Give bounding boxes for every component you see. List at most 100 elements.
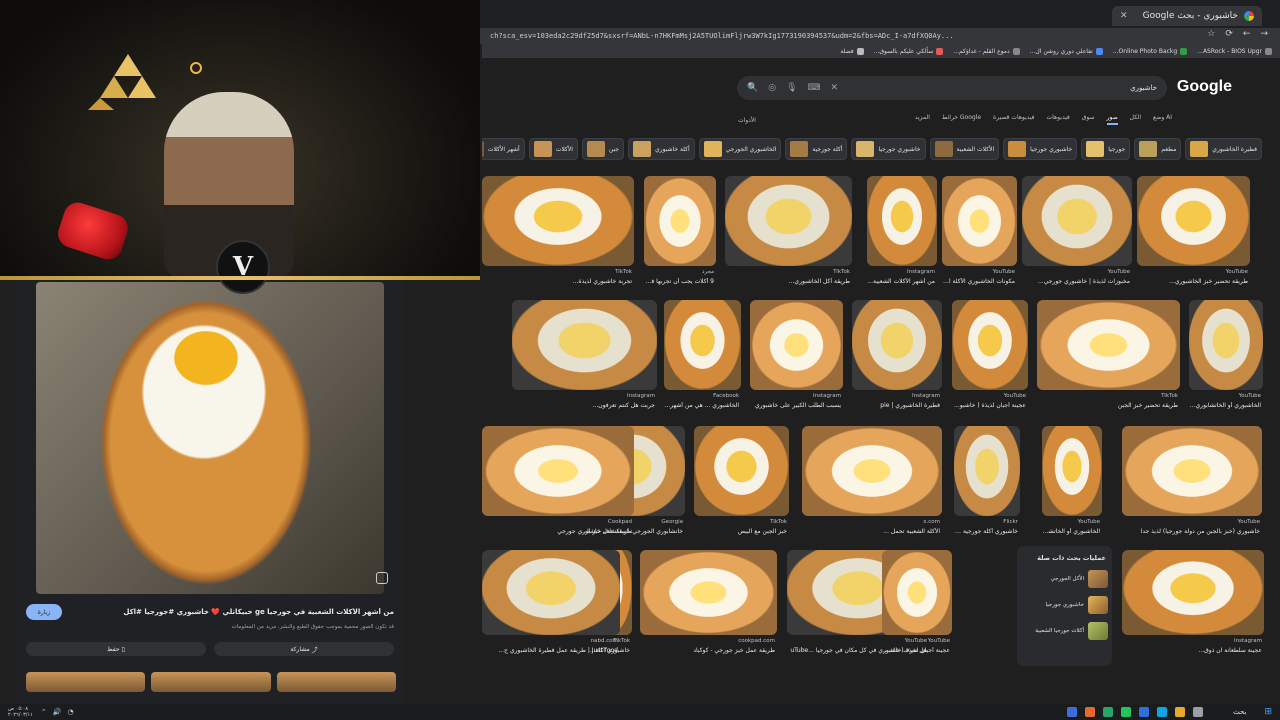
result-title[interactable]: يسبب الطلب الكبير على خاشبوري [750,402,841,409]
search-box[interactable]: 🔍 ◎ 🎙 ⌨ ✕ خاشبوري [737,76,1167,100]
result-thumbnail[interactable] [1189,300,1263,390]
image-result[interactable]: Instagram من أشهر الأكلات الشعبية... [867,176,937,290]
result-thumbnail[interactable] [954,426,1020,516]
result-thumbnail[interactable] [725,176,852,266]
image-result[interactable]: Facebook الخاشبوري ... هي من أشهر الأ... [664,300,741,414]
back-icon[interactable]: ← [1243,29,1251,39]
image-result[interactable]: Flickr خاشبوري أكلة جورجية تقليدية | Flic… [954,426,1020,540]
bookmark-item[interactable]: سألكي عليكم بالسوق... [874,47,944,55]
address-bar[interactable]: ch?sca_esv=103eda2c29df25d7&sxsrf=ANbL-n… [482,28,1242,44]
image-result[interactable]: YouTube طريقة تحضير خبز الخاشبوري... [1137,176,1250,290]
image-result[interactable]: TikTok خبز الجبن مع البيض [694,426,789,540]
bookmark-item[interactable]: ASRock - BIOS Upgr... [1197,47,1272,55]
search-icon[interactable]: 🔍 [747,83,758,93]
image-result[interactable]: YouTube مكونات الخاشبوري الأكلة الشعبية م… [942,176,1017,290]
related-search-item[interactable]: خاشبوري جورجيا [1022,596,1108,614]
mic-icon[interactable]: 🎙 [786,83,797,93]
filter-images[interactable]: صور [1106,114,1118,125]
sound-icon[interactable]: 🔊 [53,708,62,716]
result-thumbnail[interactable] [867,176,937,266]
wifi-icon[interactable]: ◔ [67,708,73,716]
search-chip[interactable]: أكلة جورجية [785,138,848,160]
app-icon[interactable] [1139,707,1150,717]
notification-icon[interactable]: ⌃ [41,708,47,716]
result-title[interactable]: الخاشبوري أو الخاتشابوري وصفة من جورجيا [1189,402,1261,409]
filter-maps[interactable]: خرائط Google [942,114,981,125]
result-title[interactable]: من أشهر الأكلات الشعبية... [867,278,935,285]
result-title[interactable]: عجينة أجبان لذيذة ( خاشبوري جورجي ) - Tu… [952,402,1026,409]
image-result[interactable]: Instagram فطيرة الخاشبوري | pie [852,300,942,414]
filter-videos[interactable]: فيديوهات [1047,114,1070,125]
forward-icon[interactable]: → [1260,29,1268,39]
filter-ai-mode[interactable]: وضع AI [1153,114,1172,125]
image-result[interactable]: x.com الأكلة الشعبية تحمل ... [802,426,942,540]
bookmark-item[interactable]: تفاعلي دوري روشن ال... [1030,47,1103,55]
google-logo[interactable]: Google [1177,78,1232,96]
search-chip[interactable]: أشهر الأكلات [482,138,525,160]
result-thumbnail[interactable] [482,426,634,516]
result-thumbnail[interactable] [644,176,716,266]
result-title[interactable]: 9 أكلات يجب أن تجربها في جورجيا [644,278,714,285]
search-chip[interactable]: الأكلات [528,138,578,160]
result-thumbnail[interactable] [952,300,1028,390]
result-title[interactable]: طريقة تحضير خبز الجبن [1037,402,1178,409]
result-thumbnail[interactable] [942,176,1017,266]
image-result[interactable]: YouTube مخبوزات لذيذة | خاشبوري جورجي... [1022,176,1132,290]
preview-image[interactable] [36,282,384,594]
app-icon[interactable] [1067,707,1078,717]
app-icon[interactable] [1121,707,1132,717]
search-chip[interactable]: خاشبوري جورجيا [1003,138,1078,160]
star-icon[interactable]: ☆ [1207,29,1215,39]
related-search-item[interactable]: الأكل الجورجي [1022,570,1108,588]
result-thumbnail[interactable] [1122,550,1264,635]
result-title[interactable]: فطيرة الخاشبوري | pie [852,402,940,409]
result-thumbnail[interactable] [482,550,620,635]
taskbar-clock[interactable]: ٠٥:٠٨ ص ٢٠٢٦/٠٣/١١ [8,706,33,718]
bookmark-folder[interactable]: فضلة [840,47,864,55]
image-result[interactable]: YouTube الخاشبوري أو الخاتشابوري ... [1042,426,1102,540]
result-title[interactable]: الخاشبوري أو الخاتشابوري ... [1042,528,1100,535]
edge-icon[interactable] [1157,707,1168,717]
result-title[interactable]: طريقة عمل خاشبوري جورجي [482,528,632,535]
preview-title[interactable]: من أشهر الأكلات الشعبية في جورجيا ge خبي… [94,608,394,616]
search-chip[interactable]: مطعم [1134,138,1182,160]
result-title[interactable]: طريقة أكل الخاشبوري... [725,278,850,285]
image-result[interactable]: YouTube خاشبوري (خبز بالجبن من دولة جورجي… [1122,426,1262,540]
search-chip[interactable]: فطيرة الخاشبوري [1185,138,1262,160]
filter-shopping[interactable]: سوق [1082,114,1095,125]
search-chip[interactable]: جبن [581,138,624,160]
image-result[interactable]: Instagram عجينة سلطعانة ان ذوق... [1122,550,1264,659]
result-title[interactable]: جربت هل كنتم تعرفون... [512,402,655,409]
windows-start-icon[interactable]: ⊞ [1264,707,1272,717]
image-result[interactable]: Instagram جربت هل كنتم تعرفون... [512,300,657,414]
brave-icon[interactable] [1085,707,1096,717]
image-result[interactable]: TikTok طريقة تحضير خبز الجبن [1037,300,1180,414]
search-chip[interactable]: الخاشبوري الجورجي [698,138,782,160]
result-title[interactable]: خاشبوري أكلة جورجية تقليدية | Flickr ...… [954,528,1018,535]
result-title[interactable]: عجينة سلطعانة ان ذوق... [1122,647,1262,654]
result-title[interactable]: الأكلة الشعبية تحمل ... [802,528,940,535]
save-button[interactable]: حفظ ▯ [26,642,206,656]
image-result[interactable]: YouTube عجينة أجبان لذيذة ( خاشبوري جورجي… [882,550,952,659]
image-result[interactable]: YouTube الخاشبوري أو الخاتشابوري وصفة من … [1189,300,1263,414]
search-query[interactable]: خاشبوري [1130,84,1157,92]
image-result[interactable]: Instagram يسبب الطلب الكبير على خاشبوري [750,300,843,414]
result-thumbnail[interactable] [1042,426,1102,516]
bookmark-item[interactable]: دموع القلم - غداؤكم... [953,47,1020,55]
reload-icon[interactable]: ⟳ [1225,29,1233,39]
result-title[interactable]: طريقة تحضير خبز الخاشبوري... [1137,278,1248,285]
result-thumbnail[interactable] [882,550,952,635]
result-title[interactable]: تجربة خاشبوري لذيذة... [482,278,632,285]
image-result[interactable]: nabd.com Just food | طريقة عمل فطيرة الخا… [482,550,620,659]
result-thumbnail[interactable] [1022,176,1132,266]
image-result[interactable]: TikTok طريقة أكل الخاشبوري... [725,176,852,290]
result-thumbnail[interactable] [694,426,789,516]
result-thumbnail[interactable] [750,300,843,390]
result-title[interactable]: مكونات الخاشبوري الأكلة الشعبية من دولة.… [942,278,1015,285]
folder-icon[interactable] [1175,707,1186,717]
search-chip[interactable]: الأكلات الشعبية [929,138,1000,160]
clear-icon[interactable]: ✕ [831,83,839,93]
keyboard-icon[interactable]: ⌨ [808,83,821,93]
result-thumbnail[interactable] [482,176,634,266]
result-thumbnail[interactable] [664,300,741,390]
